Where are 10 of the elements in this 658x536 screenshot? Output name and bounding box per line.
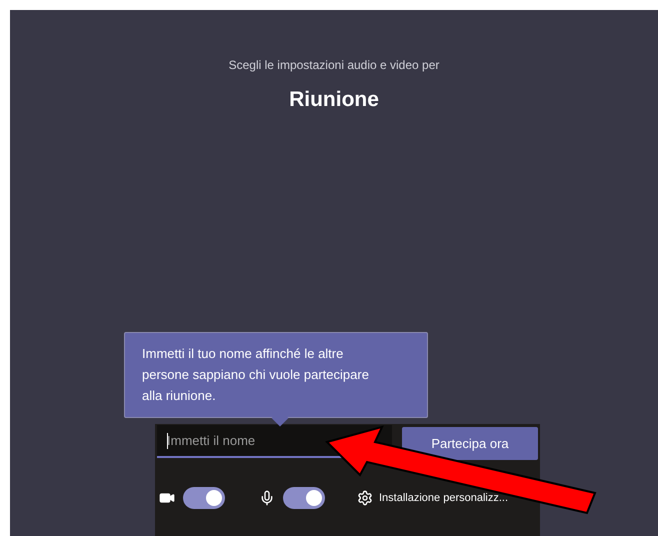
toggle-switch[interactable]: [283, 487, 325, 509]
settings-icon[interactable]: [357, 490, 373, 506]
microphone-icon: [259, 490, 275, 506]
join-button[interactable]: Partecipa ora: [402, 427, 538, 460]
subtitle: Scegli le impostazioni audio e video per: [228, 57, 440, 74]
text-cursor: [167, 433, 168, 449]
toggle-switch[interactable]: [183, 487, 225, 509]
tooltip-text: Immetti il tuo nome affinché le altre persone sappiano chi vuole partecipare alla riunione.: [142, 345, 370, 405]
settings-label[interactable]: Installazione personalizz...: [379, 490, 508, 506]
meeting-title: Riunione: [289, 87, 379, 113]
